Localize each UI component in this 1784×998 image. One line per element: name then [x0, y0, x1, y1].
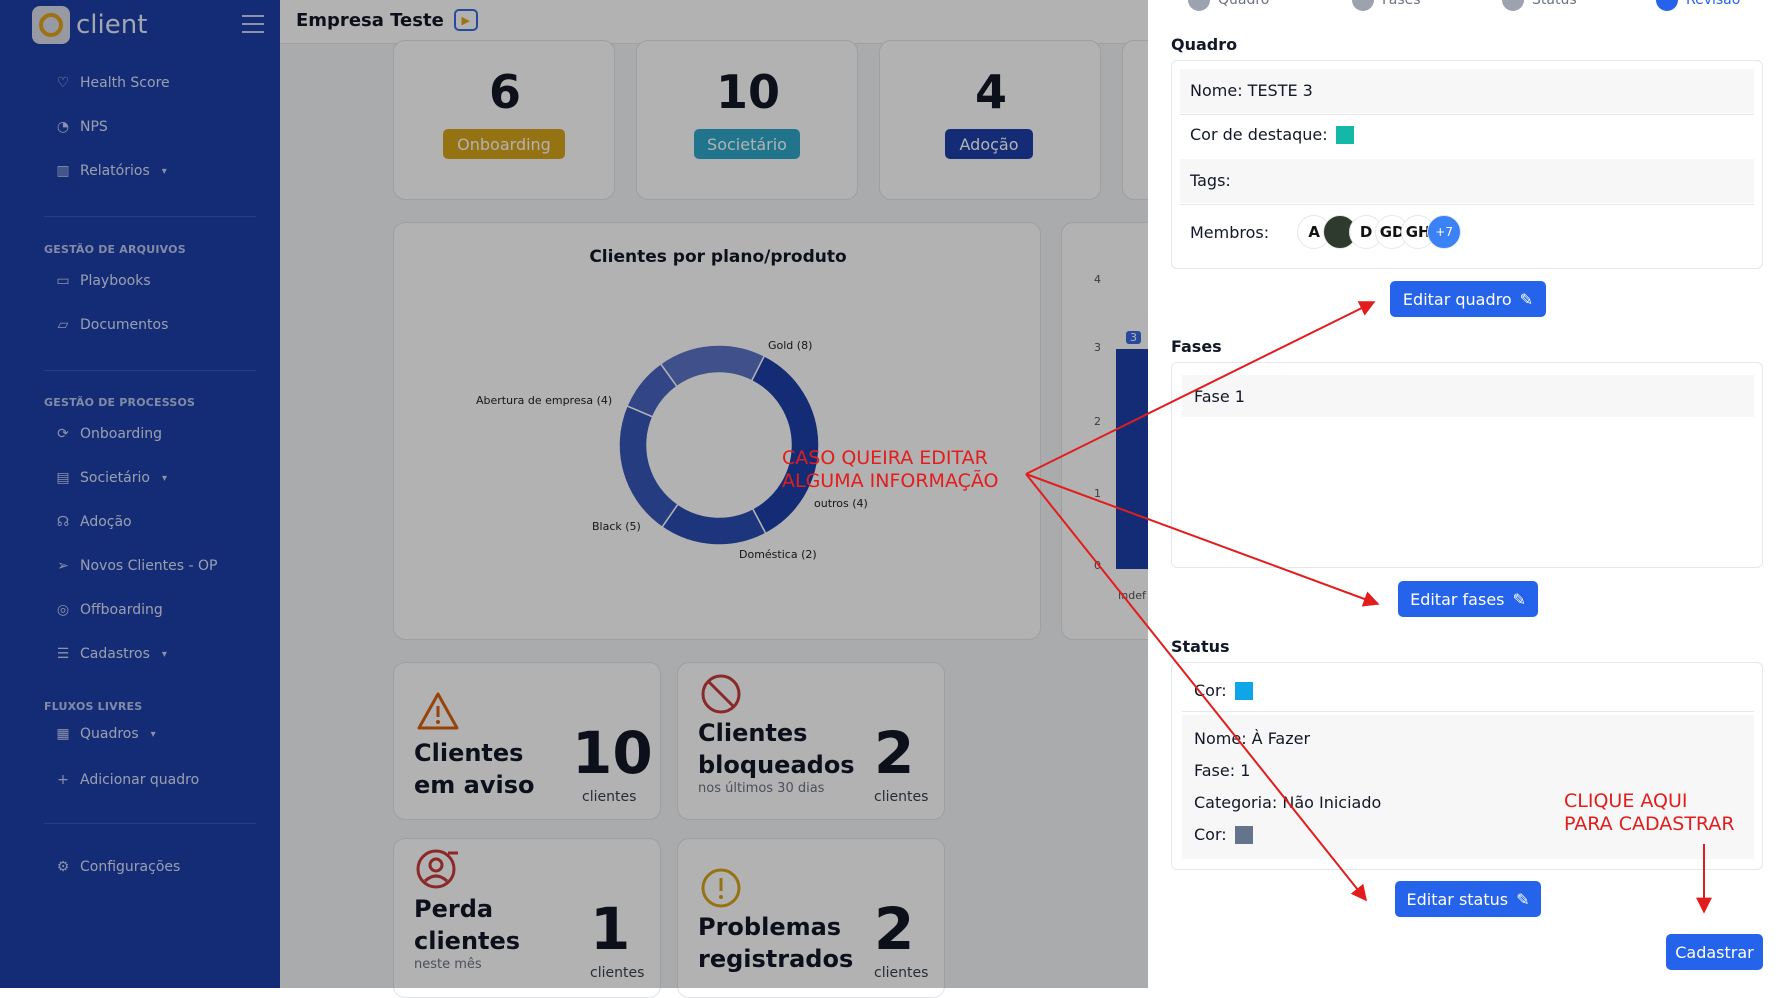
divider — [1180, 114, 1754, 115]
submit-button[interactable]: Cadastrar — [1666, 934, 1763, 970]
color-label: Cor de destaque: — [1190, 125, 1328, 144]
status-name: Nome: À Fazer — [1194, 729, 1311, 748]
color-swatch — [1234, 825, 1253, 844]
status-color2-row: Cor: — [1194, 825, 1253, 844]
annotation-line: CLIQUE AQUI — [1564, 790, 1688, 812]
quadro-members-row: Membros: A D GD GH +7 — [1190, 215, 1462, 249]
divider — [1180, 204, 1754, 205]
step-revisao[interactable]: Revisão — [1656, 0, 1740, 11]
step-dot — [1502, 0, 1524, 11]
edit-fases-button[interactable]: Editar fases ✎ — [1398, 581, 1538, 617]
annotation-edit: CASO QUEIRA EDITAR ALGUMA INFORMAÇÃO — [782, 447, 999, 493]
color-swatch — [1335, 125, 1354, 144]
edit-status-button[interactable]: Editar status ✎ — [1395, 881, 1541, 917]
review-panel: Quadro Fases Status Revisão Quadro Nome:… — [1148, 0, 1784, 988]
quadro-color-row: Cor de destaque: — [1190, 125, 1354, 144]
section-heading-quadro: Quadro — [1171, 35, 1238, 54]
step-dot — [1352, 0, 1374, 11]
status-categoria: Categoria: Não Iniciado — [1194, 793, 1382, 812]
pencil-icon: ✎ — [1512, 589, 1526, 609]
step-quadro[interactable]: Quadro — [1188, 0, 1269, 11]
modal-backdrop[interactable] — [0, 0, 1148, 988]
status-color-row: Cor: — [1194, 681, 1253, 700]
status-summary: Cor: Nome: À Fazer Fase: 1 Categoria: Nã… — [1171, 662, 1763, 870]
section-heading-status: Status — [1171, 637, 1230, 656]
members-label: Membros: — [1190, 222, 1270, 242]
annotation-line: ALGUMA INFORMAÇÃO — [782, 470, 999, 492]
annotation-line: PARA CADASTRAR — [1564, 813, 1735, 835]
button-label: Editar fases — [1410, 589, 1505, 609]
pencil-icon: ✎ — [1516, 889, 1530, 909]
section-heading-fases: Fases — [1171, 337, 1222, 356]
step-label: Status — [1532, 0, 1577, 8]
avatar-more[interactable]: +7 — [1427, 215, 1462, 249]
color-label: Cor: — [1194, 825, 1227, 844]
step-status[interactable]: Status — [1502, 0, 1577, 11]
button-label: Editar quadro — [1402, 289, 1512, 309]
row-background — [1180, 159, 1754, 203]
color-swatch — [1234, 681, 1253, 700]
divider — [1182, 711, 1754, 712]
quadro-name: Nome: TESTE 3 — [1190, 81, 1313, 100]
quadro-tags: Tags: — [1190, 171, 1231, 190]
quadro-summary: Nome: TESTE 3 Cor de destaque: Tags: Mem… — [1171, 60, 1763, 269]
step-dot — [1656, 0, 1678, 11]
edit-quadro-button[interactable]: Editar quadro ✎ — [1390, 281, 1546, 317]
step-dot — [1188, 0, 1210, 11]
button-label: Editar status — [1406, 889, 1509, 909]
fases-summary: Fase 1 — [1171, 362, 1763, 568]
annotation-submit: CLIQUE AQUI PARA CADASTRAR — [1564, 790, 1735, 836]
step-label: Revisão — [1686, 0, 1741, 8]
color-label: Cor: — [1194, 681, 1227, 700]
row-background — [1182, 375, 1754, 417]
step-label: Quadro — [1218, 0, 1270, 8]
step-fases[interactable]: Fases — [1352, 0, 1421, 11]
pencil-icon: ✎ — [1519, 289, 1534, 309]
annotation-line: CASO QUEIRA EDITAR — [782, 447, 988, 469]
fase-item: Fase 1 — [1194, 387, 1245, 406]
avatar-group: A D GD GH +7 — [1297, 215, 1462, 249]
button-label: Cadastrar — [1675, 942, 1754, 962]
status-fase: Fase: 1 — [1194, 761, 1251, 780]
step-label: Fases — [1382, 0, 1421, 8]
